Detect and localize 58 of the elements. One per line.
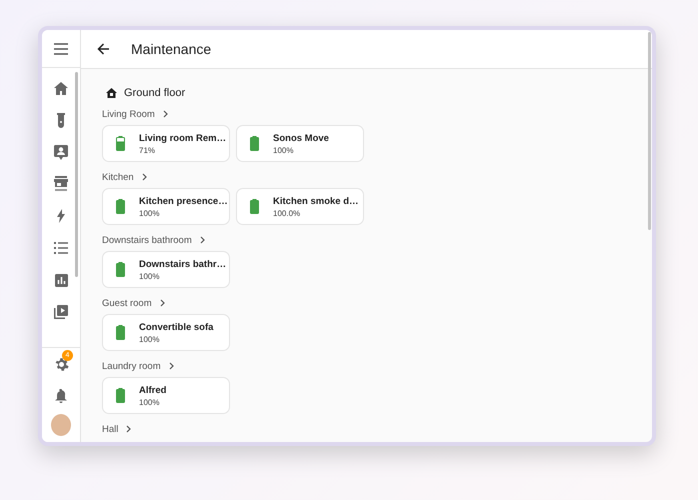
floor-name: Ground floor	[124, 87, 186, 99]
person-board-icon	[54, 144, 68, 160]
battery-icon	[116, 262, 125, 277]
battery-icon	[116, 325, 125, 340]
battery-reading: 100%	[139, 334, 160, 344]
area-link[interactable]: Laundry room	[102, 358, 174, 374]
battery-reading: 100%	[273, 146, 294, 154]
area-link[interactable]: Hall	[102, 421, 132, 437]
device-name: Alfred	[139, 384, 166, 396]
page-title: Maintenance	[131, 41, 212, 57]
battery-reading: 100.0%	[273, 208, 302, 218]
device-card[interactable]: Living room Rem… 71%	[102, 125, 230, 162]
menu-icon	[54, 42, 68, 54]
device-card[interactable]: Kitchen presence… 100%	[102, 188, 230, 225]
chevron-right-icon	[126, 425, 132, 433]
battery-reading: 100%	[139, 272, 160, 280]
battery-icon	[116, 388, 125, 403]
device-name: Kitchen presence…	[139, 196, 228, 206]
area-link[interactable]: Downstairs bathroom	[102, 232, 205, 248]
settings-icon	[54, 356, 68, 372]
test-tube-icon	[57, 112, 65, 128]
back-arrow-icon	[97, 43, 109, 55]
chevron-right-icon	[160, 299, 165, 307]
media-icon	[54, 305, 68, 319]
store-icon	[54, 176, 68, 192]
home-icon	[54, 82, 68, 94]
device-card[interactable]: Sonos Move 100%	[236, 125, 364, 162]
battery-icon	[250, 136, 259, 151]
bar-chart-icon	[54, 274, 68, 286]
device-name: Convertible sofa	[139, 322, 214, 332]
list-icon	[54, 242, 68, 254]
device-card[interactable]: Kitchen smoke d… 100.0%	[236, 188, 364, 225]
home-icon	[106, 88, 117, 98]
chevron-right-icon	[200, 236, 205, 244]
area-link[interactable]: Kitchen	[102, 169, 147, 185]
battery-icon	[116, 136, 125, 151]
device-name: Living room Rem…	[139, 132, 226, 144]
device-card[interactable]: Convertible sofa 100%	[102, 314, 230, 351]
battery-reading: 100%	[139, 398, 160, 406]
battery-reading: 100%	[139, 208, 160, 218]
battery-reading: 71%	[139, 146, 156, 154]
scrollbar[interactable]	[648, 32, 651, 230]
chevron-right-icon	[162, 110, 168, 118]
scrollbar[interactable]	[75, 72, 78, 277]
area-link[interactable]: Living Room	[102, 106, 168, 122]
chevron-right-icon	[168, 362, 174, 370]
device-card[interactable]: Downstairs bathr… 100%	[102, 251, 230, 288]
chevron-right-icon	[142, 173, 147, 181]
area-link[interactable]: Guest room	[102, 295, 165, 311]
back-button[interactable]	[97, 43, 109, 55]
device-name: Sonos Move	[273, 132, 329, 144]
device-name: Kitchen smoke d…	[273, 196, 359, 206]
device-card[interactable]: Alfred 100%	[102, 377, 230, 414]
battery-icon	[250, 199, 259, 214]
device-name: Downstairs bathr…	[139, 258, 226, 270]
bell-icon	[55, 389, 67, 403]
battery-icon	[116, 199, 125, 214]
lightning-icon	[57, 209, 65, 223]
